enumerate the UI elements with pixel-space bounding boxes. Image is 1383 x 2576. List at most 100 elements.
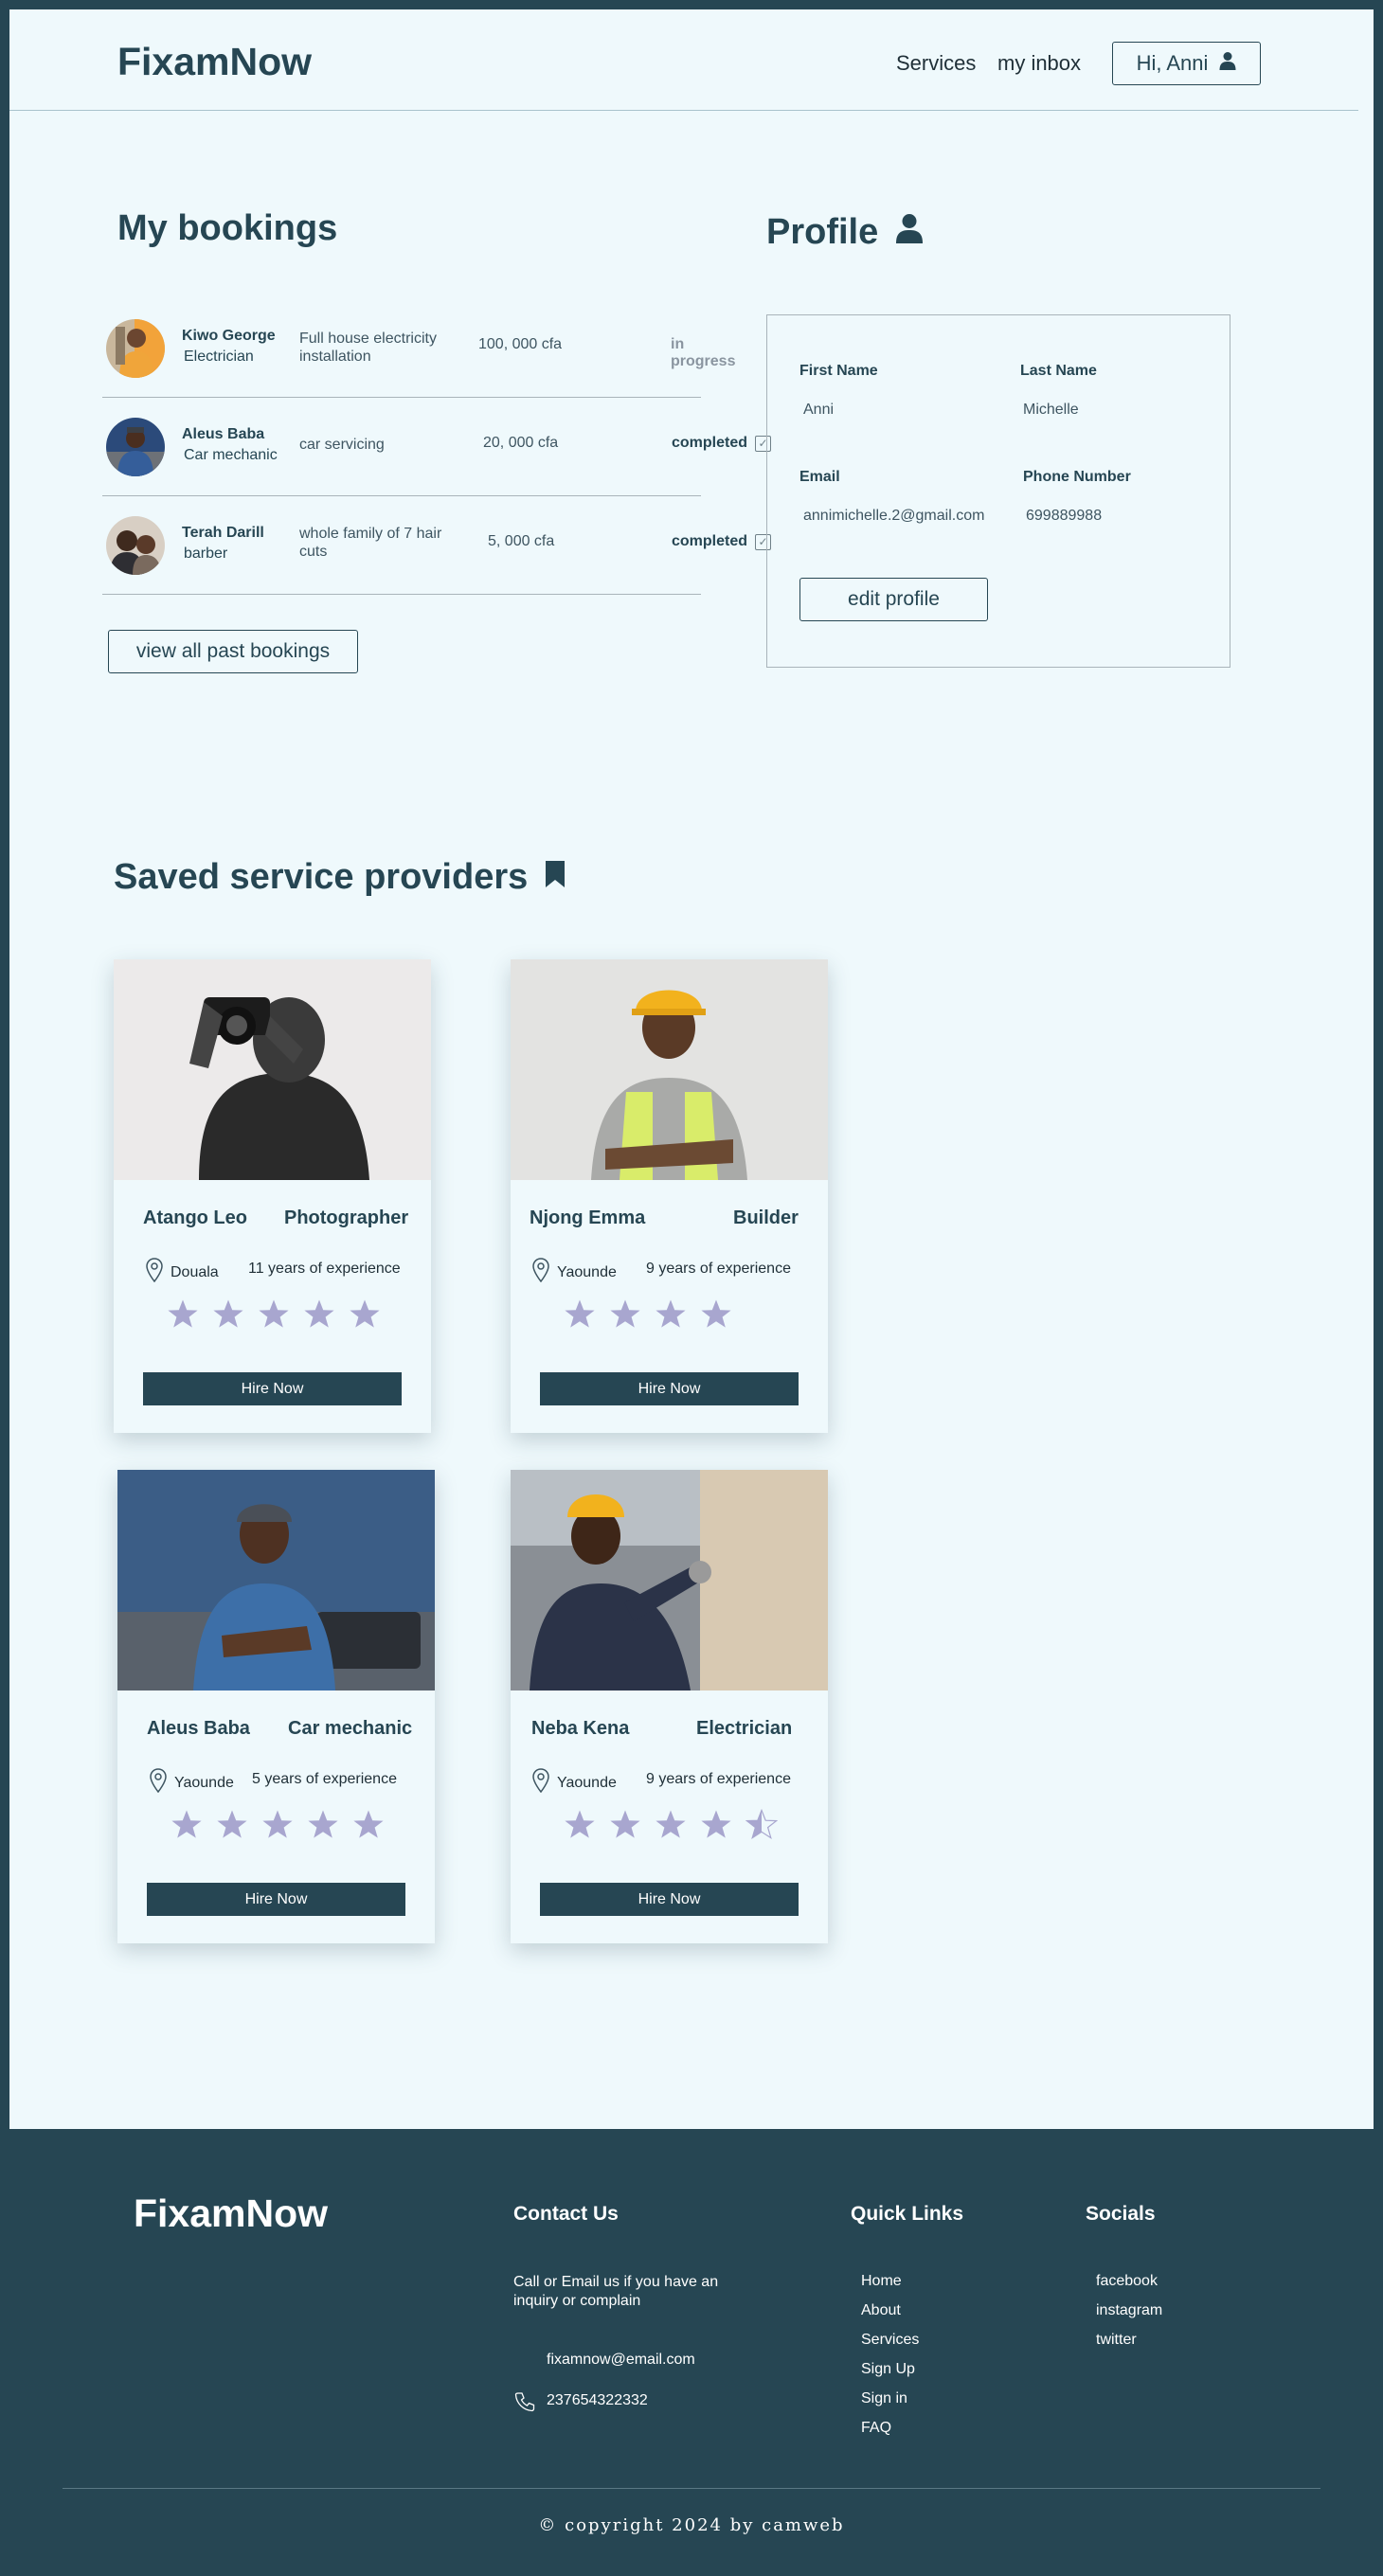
location-text: Douala — [171, 1263, 219, 1280]
booking-provider-name: Kiwo George — [182, 328, 276, 344]
status-text: completed — [672, 435, 748, 451]
location-text: Yaounde — [174, 1774, 234, 1791]
footer-link-signup[interactable]: Sign Up — [861, 2361, 915, 2378]
user-icon — [1219, 51, 1236, 76]
user-menu-button[interactable]: Hi, Anni — [1112, 42, 1261, 85]
provider-location: Douala — [146, 1258, 219, 1287]
hire-now-button[interactable]: Hire Now — [147, 1883, 405, 1916]
provider-photo — [511, 959, 828, 1180]
first-name-label: First Name — [799, 363, 878, 379]
edit-profile-button[interactable]: edit profile — [799, 578, 988, 621]
star-icon — [353, 1810, 384, 1838]
location-pin-icon — [532, 1768, 549, 1798]
booking-description: car servicing — [299, 437, 385, 453]
provider-photo — [114, 959, 431, 1180]
view-past-bookings-button[interactable]: view all past bookings — [108, 630, 358, 673]
page: FixamNow Services my inbox Hi, Anni My b… — [9, 9, 1374, 2129]
footer-link-services[interactable]: Services — [861, 2332, 919, 2349]
star-icon — [701, 1299, 731, 1328]
star-icon — [701, 1810, 731, 1838]
footer-link-home[interactable]: Home — [861, 2273, 902, 2290]
star-icon — [308, 1810, 338, 1838]
rating-stars — [171, 1809, 385, 1841]
contact-email-link[interactable]: fixamnow@email.com — [547, 2352, 695, 2369]
phone-label: Phone Number — [1023, 469, 1131, 485]
provider-experience: 5 years of experience — [252, 1771, 397, 1787]
star-icon — [610, 1299, 640, 1328]
phone-icon — [514, 2391, 535, 2417]
provider-card[interactable]: Njong Emma Builder Yaounde 9 years of ex… — [511, 959, 828, 1433]
location-text: Yaounde — [557, 1774, 617, 1791]
booking-provider-name: Terah Darill — [182, 525, 264, 541]
provider-name: Neba Kena — [531, 1718, 630, 1739]
star-icon — [259, 1299, 289, 1328]
booking-description: whole family of 7 hair cuts — [299, 526, 442, 560]
nav-services-link[interactable]: Services — [896, 51, 976, 76]
booking-status: completed ✓ — [672, 435, 772, 452]
footer-logo[interactable]: FixamNow — [134, 2191, 328, 2236]
hire-now-button[interactable]: Hire Now — [540, 1883, 799, 1916]
provider-card[interactable]: Atango Leo Photographer Douala 11 years … — [114, 959, 431, 1433]
provider-experience: 9 years of experience — [646, 1261, 791, 1277]
saved-title: Saved service providers — [114, 857, 529, 897]
quick-links-title: Quick Links — [851, 2203, 964, 2225]
provider-name: Aleus Baba — [147, 1718, 250, 1739]
top-header: FixamNow Services my inbox Hi, Anni — [9, 9, 1358, 111]
booking-status: completed ✓ — [672, 533, 772, 550]
nav-inbox-link[interactable]: my inbox — [997, 51, 1081, 76]
profile-title: Profile — [766, 212, 879, 252]
star-icon — [350, 1299, 380, 1328]
provider-profession: Builder — [733, 1208, 799, 1228]
profile-heading: Profile — [766, 212, 924, 253]
user-greeting: Hi, Anni — [1136, 51, 1209, 75]
booking-row[interactable]: Aleus Baba Car mechanic car servicing 20… — [102, 398, 772, 496]
half-star-icon — [745, 1809, 778, 1839]
site-logo[interactable]: FixamNow — [117, 40, 312, 84]
email-label: Email — [799, 469, 840, 485]
star-icon — [565, 1810, 595, 1838]
socials-title: Socials — [1086, 2203, 1156, 2225]
bookmark-icon — [545, 857, 566, 898]
provider-profession: Car mechanic — [288, 1718, 413, 1739]
footer-divider — [63, 2488, 1320, 2489]
provider-card[interactable]: Aleus Baba Car mechanic Yaounde 5 years … — [117, 1470, 435, 1943]
provider-profession: Electrician — [696, 1718, 793, 1739]
user-icon — [895, 212, 924, 253]
footer-link-signin[interactable]: Sign in — [861, 2390, 907, 2407]
provider-name: Njong Emma — [530, 1208, 646, 1228]
social-link-twitter[interactable]: twitter — [1096, 2332, 1137, 2349]
hire-now-button[interactable]: Hire Now — [540, 1372, 799, 1405]
booking-description: Full house electricity installation — [299, 331, 437, 365]
phone-value: 699889988 — [1026, 508, 1103, 524]
footer-link-faq[interactable]: FAQ — [861, 2420, 891, 2437]
location-pin-icon — [146, 1258, 163, 1287]
provider-experience: 11 years of experience — [248, 1261, 401, 1277]
contact-phone: 237654322332 — [547, 2392, 648, 2408]
booking-row[interactable]: Kiwo George Electrician Full house elect… — [102, 299, 735, 398]
profile-card: First Name Anni Last Name Michelle Email… — [766, 314, 1230, 668]
avatar — [106, 319, 165, 378]
booking-row[interactable]: Terah Darill barber whole family of 7 ha… — [102, 496, 772, 595]
location-pin-icon — [150, 1768, 167, 1798]
last-name-label: Last Name — [1020, 363, 1097, 379]
booking-status: in progress — [671, 336, 735, 370]
hire-now-button[interactable]: Hire Now — [143, 1372, 402, 1405]
avatar — [106, 516, 165, 575]
location-text: Yaounde — [557, 1263, 617, 1280]
social-link-instagram[interactable]: instagram — [1096, 2302, 1162, 2319]
bookings-title: My bookings — [117, 208, 338, 248]
provider-card[interactable]: Neba Kena Electrician Yaounde 9 years of… — [511, 1470, 828, 1943]
star-icon — [168, 1299, 198, 1328]
contact-text: Call or Email us if you have an inquiry … — [513, 2274, 719, 2309]
rating-stars — [564, 1809, 778, 1841]
star-icon — [565, 1299, 595, 1328]
booking-price: 5, 000 cfa — [488, 533, 555, 549]
footer-link-about[interactable]: About — [861, 2302, 901, 2319]
status-text: completed — [672, 533, 748, 549]
booking-price: 20, 000 cfa — [483, 435, 559, 451]
star-icon — [656, 1810, 686, 1838]
provider-experience: 9 years of experience — [646, 1771, 791, 1787]
social-link-facebook[interactable]: facebook — [1096, 2273, 1158, 2290]
provider-location: Yaounde — [532, 1768, 617, 1798]
provider-location: Yaounde — [532, 1258, 617, 1287]
